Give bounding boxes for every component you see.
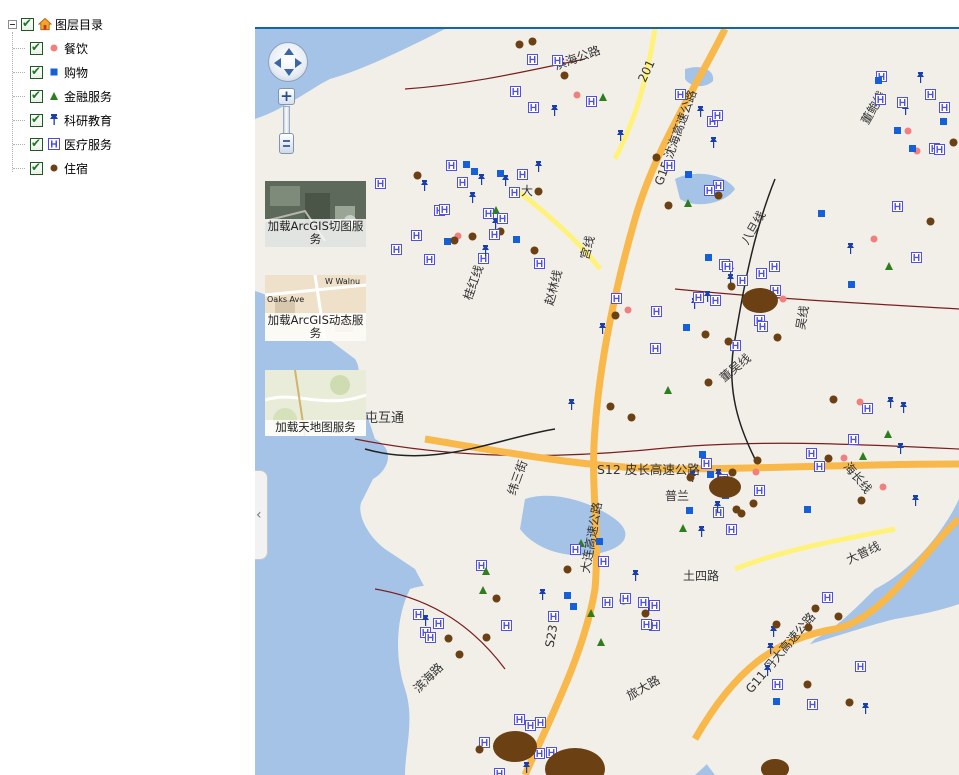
pan-up-icon[interactable] xyxy=(284,48,294,55)
pan-right-icon[interactable] xyxy=(295,58,302,68)
layer-tree-title: 图层目录 xyxy=(55,17,104,32)
layer-checkbox[interactable] xyxy=(30,160,43,175)
collapse-panel-handle[interactable]: ‹ xyxy=(255,470,268,560)
layer-label: 医疗服务 xyxy=(64,137,113,152)
root-checkbox[interactable] xyxy=(21,16,34,31)
layer-label: 餐饮 xyxy=(64,41,89,56)
thumb-street-label: W Walnu xyxy=(325,277,361,286)
layer-item-dining[interactable]: 餐饮 xyxy=(13,38,89,58)
chevron-left-icon: ‹ xyxy=(256,507,262,523)
pan-down-icon[interactable] xyxy=(284,69,294,76)
brown-circle-icon xyxy=(47,161,61,175)
pink-circle-icon xyxy=(47,41,61,55)
bay xyxy=(255,459,359,619)
pan-left-icon[interactable] xyxy=(274,58,281,68)
layer-item-lodging[interactable]: 住宿 xyxy=(13,158,89,178)
tree-connector xyxy=(12,32,13,172)
layer-item-shopping[interactable]: 购物 xyxy=(13,62,89,82)
basemap-tiled-label: 加载ArcGIS切图服务 xyxy=(265,219,366,247)
layer-item-education[interactable]: 科研教育 xyxy=(13,110,113,130)
blue-square-icon xyxy=(47,65,61,79)
basemap-dynamic-button[interactable]: W Walnu Oaks Ave 加载ArcGIS动态服务 xyxy=(265,275,366,341)
layer-checkbox[interactable] xyxy=(30,112,43,127)
zoom-in-button[interactable]: + xyxy=(278,88,295,105)
thumb-street-label: Oaks Ave xyxy=(267,295,305,304)
hospital-icon xyxy=(47,137,61,151)
pushpin-icon xyxy=(47,113,61,127)
layer-item-medical[interactable]: 医疗服务 xyxy=(13,134,113,154)
basemap-tiled-button[interactable]: 加载ArcGIS切图服务 xyxy=(265,181,366,247)
layer-label: 住宿 xyxy=(64,161,89,176)
layer-item-finance[interactable]: 金融服务 xyxy=(13,86,113,106)
home-icon xyxy=(38,17,52,31)
layer-label: 科研教育 xyxy=(64,113,113,128)
layer-checkbox[interactable] xyxy=(30,64,43,79)
pan-control[interactable] xyxy=(268,42,308,82)
layer-tree-root: 图层目录 xyxy=(8,14,103,34)
layer-label: 购物 xyxy=(64,65,89,80)
basemap-tianditu-label: 加载天地图服务 xyxy=(265,420,366,436)
collapse-toggle-icon[interactable] xyxy=(8,19,17,29)
map-view[interactable]: 滨海公路 201 G15 沈海高速公路 董鲍线 大 桂红线 赵林线 宫线 八旦线… xyxy=(255,29,959,775)
layer-checkbox[interactable] xyxy=(30,136,43,151)
basemap-tianditu-button[interactable]: 加载天地图服务 xyxy=(265,370,366,436)
layer-checkbox[interactable] xyxy=(30,40,43,55)
zoom-slider-handle[interactable] xyxy=(279,133,294,154)
green-triangle-icon xyxy=(47,89,61,103)
layer-checkbox[interactable] xyxy=(30,88,43,103)
map-header-strip xyxy=(255,0,959,29)
basemap-dynamic-label: 加载ArcGIS动态服务 xyxy=(265,313,366,341)
zoom-slider-track[interactable] xyxy=(283,106,290,134)
layer-tree-panel: 图层目录 餐饮 购物 金融服务 科研教育 医疗服务 住宿 xyxy=(0,0,255,775)
layer-label: 金融服务 xyxy=(64,89,113,104)
